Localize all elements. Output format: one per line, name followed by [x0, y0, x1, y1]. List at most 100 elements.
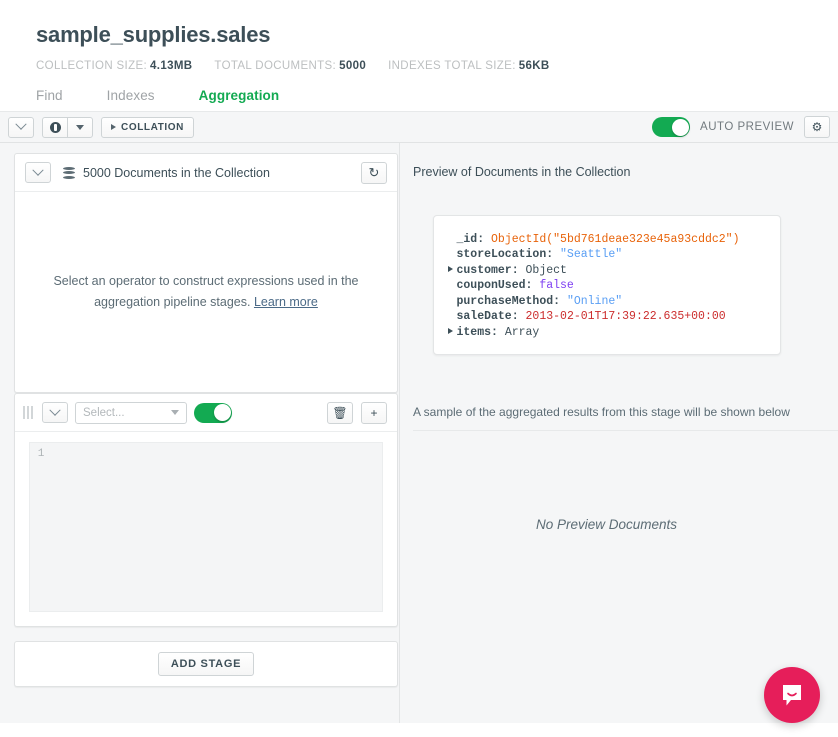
settings-button[interactable]: ⚙ [804, 116, 830, 138]
doc-field-key: couponUsed [457, 278, 526, 294]
doc-field-row: customer: Object [448, 263, 766, 279]
plus-icon: + [370, 406, 377, 420]
stage-code-editor[interactable]: 1 [29, 442, 383, 612]
doc-field-value: "Online" [567, 294, 622, 310]
stat-label: COLLECTION SIZE: [36, 60, 147, 72]
doc-field-row: _id: ObjectId("5bd761deae323e45a93cddc2"… [448, 232, 766, 248]
stage-header: Select... 🗑 + [15, 394, 397, 432]
collection-stats: COLLECTION SIZE:4.13MB TOTAL DOCUMENTS:5… [36, 60, 838, 72]
chevron-down-icon [49, 404, 60, 415]
toggle-knob [672, 119, 689, 136]
doc-field-value: ObjectId("5bd761deae323e45a93cddc2") [491, 232, 739, 248]
refresh-icon: ↻ [369, 165, 380, 181]
pipeline-workspace: 5000 Documents in the Collection ↻ Selec… [0, 143, 838, 723]
stage-actions: 🗑 + [327, 402, 387, 424]
stat-indexes-total-size: INDEXES TOTAL SIZE:56KB [388, 60, 549, 72]
expand-triangle-icon[interactable] [448, 328, 453, 334]
caret-down-icon [76, 125, 84, 130]
collection-preview-area: _id: ObjectId("5bd761deae323e45a93cddc2"… [413, 191, 838, 393]
stat-value: 5000 [339, 60, 366, 72]
collection-stage-header: 5000 Documents in the Collection ↻ [15, 154, 397, 192]
add-stage-row: ADD STAGE [0, 633, 838, 687]
save-icon [50, 122, 61, 133]
operator-hint-line-2: aggregation pipeline stages. [94, 295, 250, 309]
doc-field-row: couponUsed: false [448, 278, 766, 294]
add-stage-card: ADD STAGE [14, 641, 398, 687]
stat-label: INDEXES TOTAL SIZE: [388, 60, 516, 72]
operator-hint-line-1: Select an operator to construct expressi… [53, 274, 358, 288]
column-divider [399, 143, 400, 723]
chevron-down-icon [32, 164, 43, 175]
collapse-collection-stage-button[interactable] [25, 162, 51, 183]
auto-preview-label: AUTO PREVIEW [700, 121, 794, 133]
learn-more-link[interactable]: Learn more [254, 295, 318, 309]
drag-handle-icon[interactable] [21, 406, 35, 419]
save-pipeline-menu-button[interactable] [67, 117, 93, 138]
doc-field-row: saleDate: 2013-02-01T17:39:22.635+00:00 [448, 309, 766, 325]
no-preview-documents-message: No Preview Documents [413, 431, 838, 627]
expand-all-stages-button[interactable] [8, 117, 34, 138]
stage-row-one: Select... 🗑 + 1 [0, 393, 838, 633]
doc-field-key: saleDate [457, 309, 512, 325]
stat-total-documents: TOTAL DOCUMENTS:5000 [214, 60, 366, 72]
editor-line-numbers: 1 [30, 443, 52, 611]
caret-right-icon [111, 124, 116, 130]
collection-preview-header: Preview of Documents in the Collection [413, 153, 838, 191]
add-stage-button[interactable]: ADD STAGE [158, 652, 254, 676]
doc-field-row: storeLocation: "Seattle" [448, 247, 766, 263]
doc-field-value: 2013-02-01T17:39:22.635+00:00 [526, 309, 726, 325]
doc-field-value: Array [505, 325, 540, 341]
collapse-stage-button[interactable] [42, 402, 68, 423]
tab-find[interactable]: Find [36, 86, 63, 111]
pipeline-toolbar: COLLATION AUTO PREVIEW ⚙ [0, 111, 838, 143]
page-title: sample_supplies.sales [36, 22, 838, 48]
caret-down-icon [171, 410, 179, 415]
database-icon [63, 167, 75, 179]
editor-code-area[interactable] [52, 443, 382, 611]
doc-field-value: "Seattle" [560, 247, 622, 263]
preview-document: _id: ObjectId("5bd761deae323e45a93cddc2"… [433, 215, 781, 356]
collation-label: COLLATION [121, 122, 184, 133]
doc-field-key: _id [457, 232, 478, 248]
doc-field-key: purchaseMethod [457, 294, 554, 310]
doc-field-key: storeLocation [457, 247, 547, 263]
tab-aggregation[interactable]: Aggregation [199, 86, 280, 111]
collection-tabs: Find Indexes Aggregation [36, 86, 838, 111]
stage-card: Select... 🗑 + 1 [14, 393, 398, 627]
tab-indexes[interactable]: Indexes [107, 86, 155, 111]
stage-row-zero: 5000 Documents in the Collection ↻ Selec… [0, 143, 838, 393]
stage-operator-value: Select... [83, 407, 125, 419]
stage-operator-select[interactable]: Select... [75, 402, 187, 424]
doc-field-key: items [457, 325, 492, 341]
stat-label: TOTAL DOCUMENTS: [214, 60, 336, 72]
doc-field-row: items: Array [448, 325, 766, 341]
stage-enabled-toggle[interactable] [194, 403, 232, 423]
chat-bubble-icon [777, 680, 807, 710]
doc-field-key: customer [457, 263, 512, 279]
doc-field-value: Object [526, 263, 567, 279]
add-stage-after-button[interactable]: + [361, 402, 387, 424]
operator-hint: Select an operator to construct expressi… [53, 271, 358, 313]
refresh-button[interactable]: ↻ [361, 162, 387, 184]
gear-icon: ⚙ [812, 121, 823, 133]
stage-preview-header: A sample of the aggregated results from … [413, 393, 838, 431]
stat-value: 4.13MB [150, 60, 192, 72]
doc-field-value: false [539, 278, 574, 294]
chevron-down-icon [15, 119, 26, 130]
collection-stage-title: 5000 Documents in the Collection [83, 166, 270, 180]
auto-preview-toggle[interactable] [652, 117, 690, 137]
stat-value: 56KB [519, 60, 550, 72]
delete-stage-button[interactable]: 🗑 [327, 402, 353, 424]
toolbar-right-group: AUTO PREVIEW ⚙ [652, 116, 830, 138]
collection-stage-body: Select an operator to construct expressi… [15, 192, 397, 392]
intercom-launcher-button[interactable] [764, 667, 820, 723]
stat-collection-size: COLLECTION SIZE:4.13MB [36, 60, 192, 72]
collation-button[interactable]: COLLATION [101, 117, 194, 138]
save-pipeline-button[interactable] [42, 117, 68, 138]
expand-triangle-icon[interactable] [448, 266, 453, 272]
collection-stage-card: 5000 Documents in the Collection ↻ Selec… [14, 153, 398, 393]
collection-preview-pane: Preview of Documents in the Collection _… [413, 153, 838, 393]
trash-icon: 🗑 [332, 406, 347, 420]
collection-header: sample_supplies.sales COLLECTION SIZE:4.… [0, 0, 838, 111]
doc-field-row: purchaseMethod: "Online" [448, 294, 766, 310]
